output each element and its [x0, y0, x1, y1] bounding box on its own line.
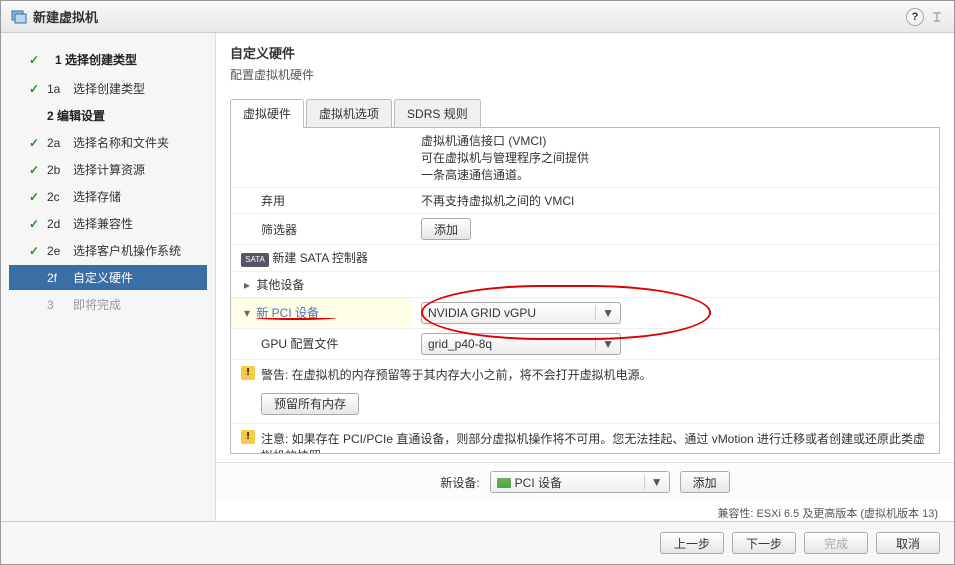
tab-sdrs-rules[interactable]: SDRS 规则 — [394, 99, 481, 128]
pin-icon[interactable] — [930, 10, 944, 24]
step-2b[interactable]: ✓ 2b 选择计算资源 — [9, 157, 207, 182]
cancel-button[interactable]: 取消 — [876, 532, 940, 554]
deprecated-row: 弃用 不再支持虚拟机之间的 VMCI — [231, 188, 939, 214]
chevron-down-icon: ▼ — [595, 306, 614, 320]
vmci-title: 虚拟机通信接口 (VMCI) — [421, 132, 929, 149]
warning-icon: ! — [241, 430, 255, 444]
vm-icon — [11, 9, 27, 25]
sata-label: 新建 SATA 控制器 — [272, 251, 368, 265]
reserve-memory-button[interactable]: 预留所有内存 — [261, 393, 359, 415]
finish-button: 完成 — [804, 532, 868, 554]
step-3: 3 即将完成 — [9, 292, 207, 317]
page-subtitle: 配置虚拟机硬件 — [230, 66, 940, 83]
pci-device-row: ▾ 新 PCI 设备 NVIDIA GRID vGPU ▼ — [231, 297, 939, 328]
check-icon: ✓ — [27, 190, 41, 204]
check-icon: ✓ — [27, 53, 41, 67]
tabs: 虚拟硬件 虚拟机选项 SDRS 规则 — [216, 89, 954, 128]
warning-2: ! 注意: 如果存在 PCI/PCIe 直通设备，则部分虚拟机操作将不可用。您无… — [231, 423, 939, 454]
hardware-panel: 虚拟机通信接口 (VMCI) 可在虚拟机与管理程序之间提供 一条高速通信通道。 … — [230, 127, 940, 454]
check-icon: ✓ — [27, 163, 41, 177]
new-device-select[interactable]: PCI 设备 ▼ — [490, 471, 670, 493]
new-vm-dialog: 新建虚拟机 ? ✓ 1 选择创建类型 ✓ 1a 选择创建类型 2 编辑设置 — [0, 0, 955, 565]
step-2-header: 2 编辑设置 — [9, 103, 207, 128]
step-2f[interactable]: 2f 自定义硬件 — [9, 265, 207, 290]
check-icon: ✓ — [27, 136, 41, 150]
vmci-desc2: 一条高速通信通道。 — [421, 166, 929, 183]
compatibility-text: 兼容性: ESXi 6.5 及更高版本 (虚拟机版本 13) — [216, 501, 954, 521]
gpu-profile-row: GPU 配置文件 grid_p40-8q ▼ — [231, 328, 939, 359]
add-device-button[interactable]: 添加 — [680, 471, 730, 493]
filter-row: 筛选器 添加 — [231, 214, 939, 245]
gpu-profile-select[interactable]: grid_p40-8q ▼ — [421, 333, 621, 355]
pci-label: 新 PCI 设备 — [256, 306, 319, 320]
collapse-icon[interactable]: ▾ — [241, 306, 253, 320]
check-icon: ✓ — [27, 217, 41, 231]
footer: 上一步 下一步 完成 取消 — [1, 521, 954, 564]
chevron-down-icon: ▼ — [595, 337, 614, 351]
titlebar: 新建虚拟机 ? — [1, 1, 954, 33]
warning-1: ! 警告: 在虚拟机的内存预留等于其内存大小之前，将不会打开虚拟机电源。 预留所… — [231, 359, 939, 423]
new-device-bar: 新设备: PCI 设备 ▼ 添加 — [216, 462, 954, 501]
main-panel: 自定义硬件 配置虚拟机硬件 虚拟硬件 虚拟机选项 SDRS 规则 虚拟机通信接口… — [216, 33, 954, 521]
back-button[interactable]: 上一步 — [660, 532, 724, 554]
wizard-sidebar: ✓ 1 选择创建类型 ✓ 1a 选择创建类型 2 编辑设置 ✓ 2a 选择名称和… — [1, 33, 216, 521]
check-icon: ✓ — [27, 244, 41, 258]
sata-row[interactable]: SATA 新建 SATA 控制器 — [231, 245, 939, 272]
expand-icon[interactable]: ▸ — [241, 278, 253, 292]
page-title: 自定义硬件 — [230, 43, 940, 62]
tab-virtual-hardware[interactable]: 虚拟硬件 — [230, 99, 304, 128]
vmci-row: 虚拟机通信接口 (VMCI) 可在虚拟机与管理程序之间提供 一条高速通信通道。 — [231, 128, 939, 188]
dialog-title: 新建虚拟机 — [33, 7, 98, 26]
step-1a[interactable]: ✓ 1a 选择创建类型 — [9, 76, 207, 101]
new-device-label: 新设备: — [440, 474, 479, 491]
step-2d[interactable]: ✓ 2d 选择兼容性 — [9, 211, 207, 236]
chevron-down-icon: ▼ — [644, 475, 663, 489]
next-button[interactable]: 下一步 — [732, 532, 796, 554]
pci-device-select[interactable]: NVIDIA GRID vGPU ▼ — [421, 302, 621, 324]
help-button[interactable]: ? — [906, 8, 924, 26]
step-2e[interactable]: ✓ 2e 选择客户机操作系统 — [9, 238, 207, 263]
add-filter-button[interactable]: 添加 — [421, 218, 471, 240]
step-2a[interactable]: ✓ 2a 选择名称和文件夹 — [9, 130, 207, 155]
step-1-header: ✓ 1 选择创建类型 — [9, 45, 207, 74]
tab-vm-options[interactable]: 虚拟机选项 — [306, 99, 392, 128]
pci-card-icon — [497, 478, 511, 488]
step-2c[interactable]: ✓ 2c 选择存储 — [9, 184, 207, 209]
warning-icon: ! — [241, 366, 255, 380]
sata-icon: SATA — [241, 253, 269, 267]
vmci-desc1: 可在虚拟机与管理程序之间提供 — [421, 149, 929, 166]
other-devices-row[interactable]: ▸ 其他设备 — [231, 271, 939, 297]
check-icon: ✓ — [27, 82, 41, 96]
